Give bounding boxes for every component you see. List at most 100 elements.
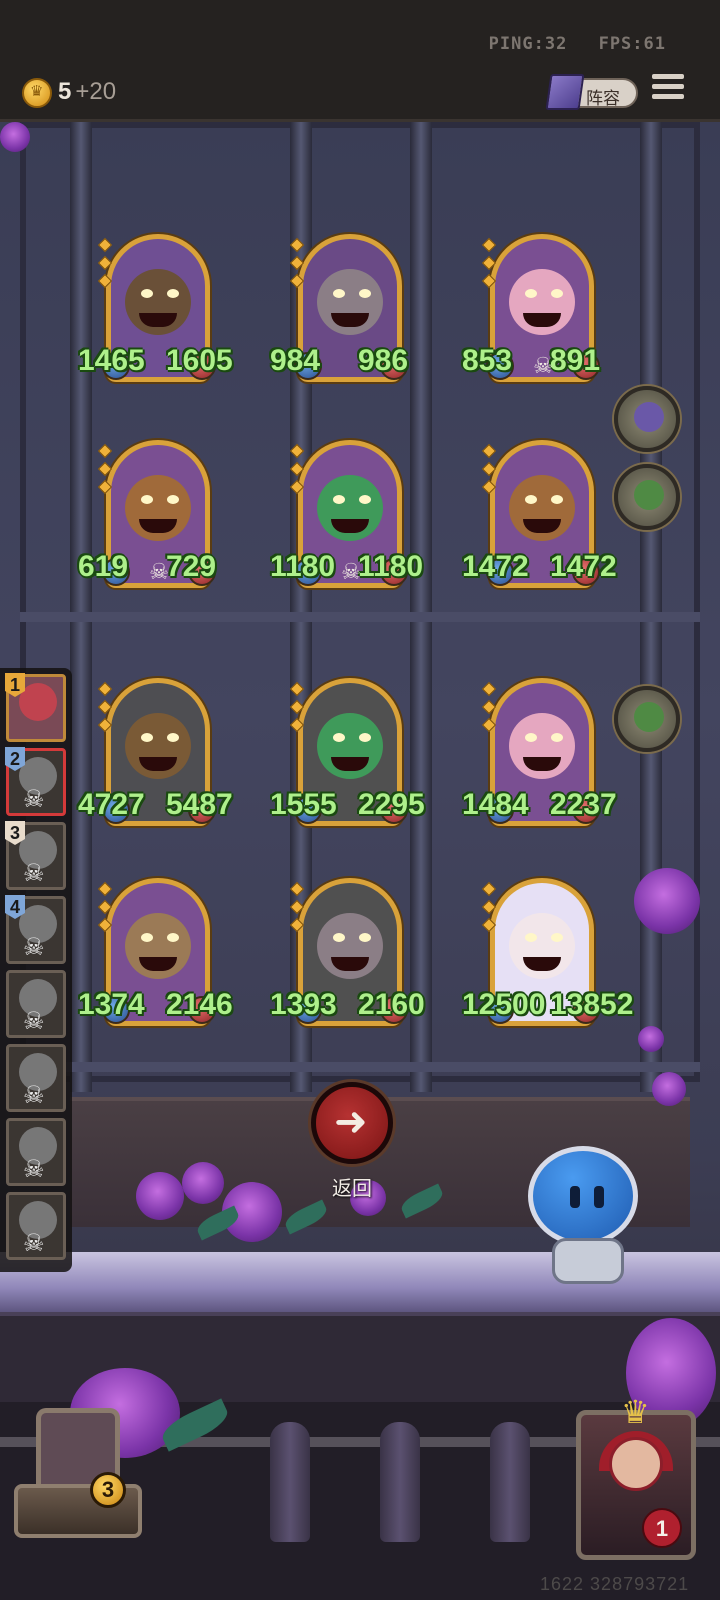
lineup-book-icon — [545, 74, 585, 110]
unit-eye — [167, 733, 179, 742]
unit-eye — [359, 495, 371, 504]
robot-pet[interactable] — [516, 1146, 676, 1296]
unit-eye — [525, 733, 537, 742]
unit-card-pink-dryad[interactable]: 1484 2237 — [462, 678, 617, 832]
star-rank — [97, 881, 113, 938]
unit-eye — [141, 289, 153, 298]
skull-icon: ☠ — [23, 785, 45, 813]
bench-slot[interactable] — [614, 464, 680, 530]
rose-decoration — [638, 1026, 664, 1052]
unit-hp: 1180 — [270, 550, 336, 583]
roster-slot[interactable]: ☠ — [6, 970, 66, 1038]
roster-slot[interactable]: ☠ 2 — [5, 747, 66, 816]
unit-atk: 2295 — [358, 788, 425, 821]
bench-unit-icon — [634, 480, 664, 510]
unit-eye — [551, 495, 563, 504]
skull-icon: ☠ — [23, 1229, 45, 1257]
skull-icon: ☠ — [533, 354, 553, 379]
unit-eye — [141, 733, 153, 742]
unit-atk: 2146 — [166, 988, 233, 1021]
unit-card-bride-queen[interactable]: 12500 13852 — [462, 878, 633, 1032]
unit-hp: 12500 — [462, 988, 546, 1021]
gold-amount: 5 — [58, 78, 72, 105]
lineup-button[interactable]: 阵容 — [545, 74, 638, 110]
window-transom — [20, 612, 700, 622]
roster-slot[interactable]: ☠ — [6, 1118, 66, 1186]
unit-hp: 984 — [270, 344, 321, 377]
roster-slot[interactable]: ☠ 4 — [5, 895, 66, 964]
unit-hp: 4727 — [78, 788, 145, 821]
skull-icon: ☠ — [23, 1081, 45, 1109]
fps-readout: FPS:61 — [598, 34, 666, 54]
unit-eye — [359, 733, 371, 742]
unit-card-grinning-treant[interactable]: 1465 1605 — [78, 234, 233, 388]
menu-icon[interactable] — [652, 74, 684, 106]
star-rank — [481, 443, 497, 500]
lives-badge: 1 — [642, 1508, 682, 1548]
unit-card-autumn-ent[interactable]: 1374 2146 — [78, 878, 233, 1032]
unit-hp: 1555 — [270, 788, 337, 821]
bench-slot[interactable] — [614, 686, 680, 752]
rose-decoration — [136, 1172, 184, 1220]
back-arrow-icon: ➜ — [334, 1099, 368, 1145]
window-mullion — [640, 122, 662, 1092]
roster-slot[interactable]: ☠ 3 — [5, 821, 66, 890]
gold-income: +20 — [75, 78, 117, 105]
unit-hp: 1374 — [78, 988, 145, 1021]
crown-icon: ♛ — [621, 1393, 650, 1431]
rose-decoration — [182, 1162, 224, 1204]
window-transom — [20, 1062, 700, 1072]
unit-hp: 1472 — [462, 550, 529, 583]
star-rank — [481, 681, 497, 738]
window-mullion — [410, 122, 432, 1092]
unit-eye — [525, 495, 537, 504]
unit-card-horned-dragon[interactable]: 984 986 — [270, 234, 410, 388]
rose-decoration — [0, 122, 30, 152]
player-roster: 1 ☠ 2 ☠ 3 ☠ 4 ☠ ☠ ☠ ☠ — [0, 668, 72, 1272]
unit-eye — [141, 933, 153, 942]
unit-atk: 1180 — [358, 550, 424, 583]
shop-card[interactable]: 3 — [14, 1408, 146, 1538]
unit-eye — [359, 933, 371, 942]
top-bar: PING:32 FPS:61 5+20 阵容 — [0, 0, 720, 122]
star-rank — [481, 237, 497, 294]
unit-eye — [333, 495, 345, 504]
unit-eye — [525, 289, 537, 298]
version-text: 1622 328793721 — [540, 1574, 690, 1594]
unit-hp: 619 — [78, 550, 129, 583]
skull-icon: ☠ — [23, 1007, 45, 1035]
gold-counter: 5 +20 — [58, 78, 116, 106]
unit-card-cactus-goblin[interactable]: 1555 2295 — [270, 678, 425, 832]
star-rank — [97, 443, 113, 500]
roster-slot[interactable]: 1 — [5, 673, 66, 742]
ping-readout: PING:32 — [488, 34, 568, 54]
unit-card-horned-dragon[interactable]: 1393 2160 — [270, 878, 425, 1032]
unit-card-cactus-goblin[interactable]: 1180 1180 ☠ — [270, 440, 423, 594]
unit-card-pumpkin-monster[interactable]: 619 729 ☠ — [78, 440, 218, 594]
unit-card-pink-dryad[interactable]: 853 891 ☠ — [462, 234, 602, 388]
bench-unit-icon — [634, 702, 664, 732]
unit-eye — [333, 933, 345, 942]
shop-count-badge: 3 — [90, 1472, 126, 1508]
skull-icon: ☠ — [23, 1155, 45, 1183]
roster-slot[interactable]: ☠ — [6, 1044, 66, 1112]
return-button[interactable]: ➜ — [311, 1082, 393, 1164]
skull-icon: ☠ — [149, 560, 169, 585]
unit-atk: 891 — [550, 344, 601, 377]
star-rank — [289, 443, 305, 500]
robot-eye — [570, 1186, 580, 1208]
unit-atk: 1605 — [166, 344, 233, 377]
unit-atk: 2237 — [550, 788, 617, 821]
unit-card-pumpkin-monster[interactable]: 1472 1472 — [462, 440, 617, 594]
unit-eye — [551, 289, 563, 298]
unit-atk: 729 — [166, 550, 217, 583]
bench-unit-icon — [634, 402, 664, 432]
bench-slot[interactable] — [614, 386, 680, 452]
roster-slot[interactable]: ☠ — [6, 1192, 66, 1260]
unit-hp: 1484 — [462, 788, 529, 821]
unit-eye — [167, 289, 179, 298]
unit-atk: 2160 — [358, 988, 425, 1021]
unit-eye — [359, 289, 371, 298]
unit-eye — [167, 933, 179, 942]
unit-card-pumpkin-monster[interactable]: 4727 5487 — [78, 678, 233, 832]
